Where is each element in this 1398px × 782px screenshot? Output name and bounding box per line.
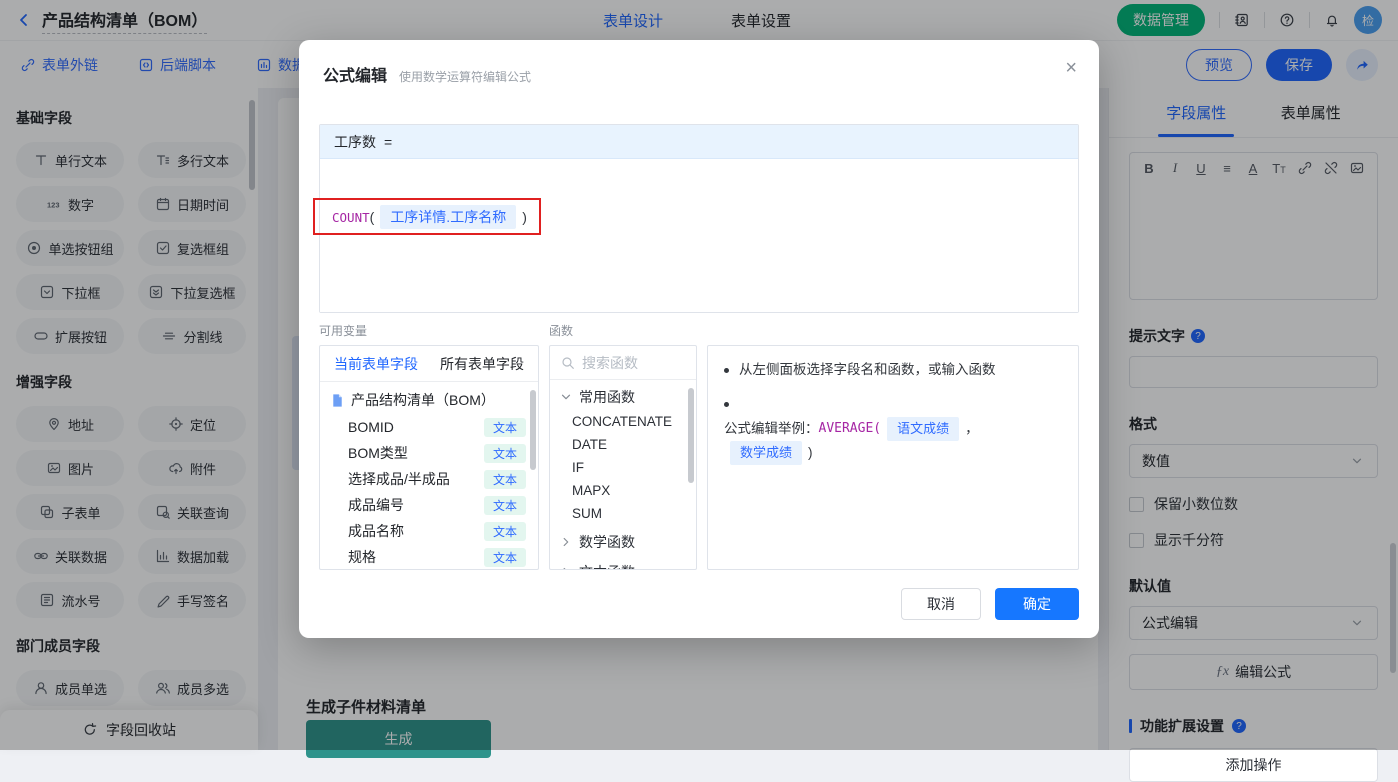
field-chip: 语文成绩	[887, 417, 959, 441]
function-group-label: 数学函数	[579, 532, 635, 552]
tab-all-form-fields[interactable]: 所有表单字段	[440, 354, 524, 374]
functions-label: 函数	[549, 322, 697, 339]
dialog-title: 公式编辑	[323, 62, 387, 86]
type-badge: 文本	[484, 444, 526, 463]
search-icon	[560, 355, 576, 371]
variable-row[interactable]: 规格 文本	[320, 544, 538, 570]
close-icon[interactable]: ×	[1065, 58, 1077, 78]
function-item-IF[interactable]: IF	[550, 456, 696, 479]
variables-label: 可用变量	[319, 322, 539, 339]
form-tree-root[interactable]: 产品结构清单（BOM）	[320, 382, 538, 414]
variable-name: BOMID	[348, 419, 394, 435]
variable-row[interactable]: BOMID 文本	[320, 414, 538, 440]
variable-row[interactable]: 选择成品/半成品 文本	[320, 466, 538, 492]
functions-panel: 搜索函数 常用函数 CONCATENATEDATEIFMAPXSUM 数学函数文本函…	[549, 345, 697, 570]
variable-name: 规格	[348, 547, 376, 567]
formula-editor-dialog: 公式编辑 使用数学运算符编辑公式 × 工序数 = COUNT ( 工序详情.工序…	[299, 40, 1099, 638]
variable-row[interactable]: 成品编号 文本	[320, 492, 538, 518]
file-icon	[330, 393, 345, 408]
function-group-常用函数[interactable]: 常用函数	[550, 380, 696, 410]
bullet	[724, 402, 729, 407]
confirm-button[interactable]: 确定	[995, 588, 1079, 620]
variable-name: 选择成品/半成品	[348, 469, 450, 489]
function-group-label: 文本函数	[579, 562, 635, 570]
cancel-button[interactable]: 取消	[901, 588, 981, 620]
formula-expression[interactable]: COUNT ( 工序详情.工序名称 )	[332, 205, 527, 229]
variable-name: 成品名称	[348, 521, 404, 541]
hint-line-1: 从左侧面板选择字段名和函数，或输入函数	[739, 360, 996, 380]
hint-panel: 从左侧面板选择字段名和函数，或输入函数 公式编辑举例： AVERAGE( 语文成…	[707, 345, 1079, 570]
functions-scrollbar[interactable]	[688, 388, 694, 483]
type-badge: 文本	[484, 522, 526, 541]
variables-scrollbar[interactable]	[530, 390, 536, 470]
field-chip[interactable]: 工序详情.工序名称	[380, 205, 516, 229]
dialog-subtitle: 使用数学运算符编辑公式	[399, 68, 531, 85]
variable-name: BOM类型	[348, 443, 408, 463]
tab-current-form-fields[interactable]: 当前表单字段	[334, 354, 418, 374]
type-badge: 文本	[484, 548, 526, 567]
chevron-right-icon	[558, 534, 574, 550]
function-item-SUM[interactable]: SUM	[550, 502, 696, 525]
function-group-文本函数[interactable]: 文本函数	[550, 555, 696, 570]
function-item-MAPX[interactable]: MAPX	[550, 479, 696, 502]
equals-sign: =	[384, 134, 392, 150]
bullet	[724, 368, 729, 373]
field-chip: 数学成绩	[730, 441, 802, 465]
function-group-label: 常用函数	[579, 387, 635, 407]
variable-row[interactable]: 成品名称 文本	[320, 518, 538, 544]
function-group-数学函数[interactable]: 数学函数	[550, 525, 696, 555]
function-item-CONCATENATE[interactable]: CONCATENATE	[550, 410, 696, 433]
chevron-down-icon	[558, 389, 574, 405]
type-badge: 文本	[484, 418, 526, 437]
formula-editor[interactable]: 工序数 = COUNT ( 工序详情.工序名称 )	[319, 124, 1079, 313]
chevron-right-icon	[558, 564, 574, 570]
add-action-button[interactable]: 添加操作	[1129, 748, 1378, 782]
type-badge: 文本	[484, 470, 526, 489]
function-name: COUNT	[332, 210, 370, 225]
function-item-DATE[interactable]: DATE	[550, 433, 696, 456]
example-function-name: AVERAGE(	[819, 419, 882, 439]
variable-row[interactable]: BOM类型 文本	[320, 440, 538, 466]
variable-name: 成品编号	[348, 495, 404, 515]
function-search-input[interactable]: 搜索函数	[550, 346, 696, 380]
formula-target: 工序数	[334, 132, 376, 152]
variables-panel: 当前表单字段 所有表单字段 产品结构清单（BOM） BOMID文本BOM类型文本…	[319, 345, 539, 570]
type-badge: 文本	[484, 496, 526, 515]
hint-line-2: 公式编辑举例： AVERAGE( 语文成绩 ， 数学成绩 )	[724, 417, 1062, 465]
